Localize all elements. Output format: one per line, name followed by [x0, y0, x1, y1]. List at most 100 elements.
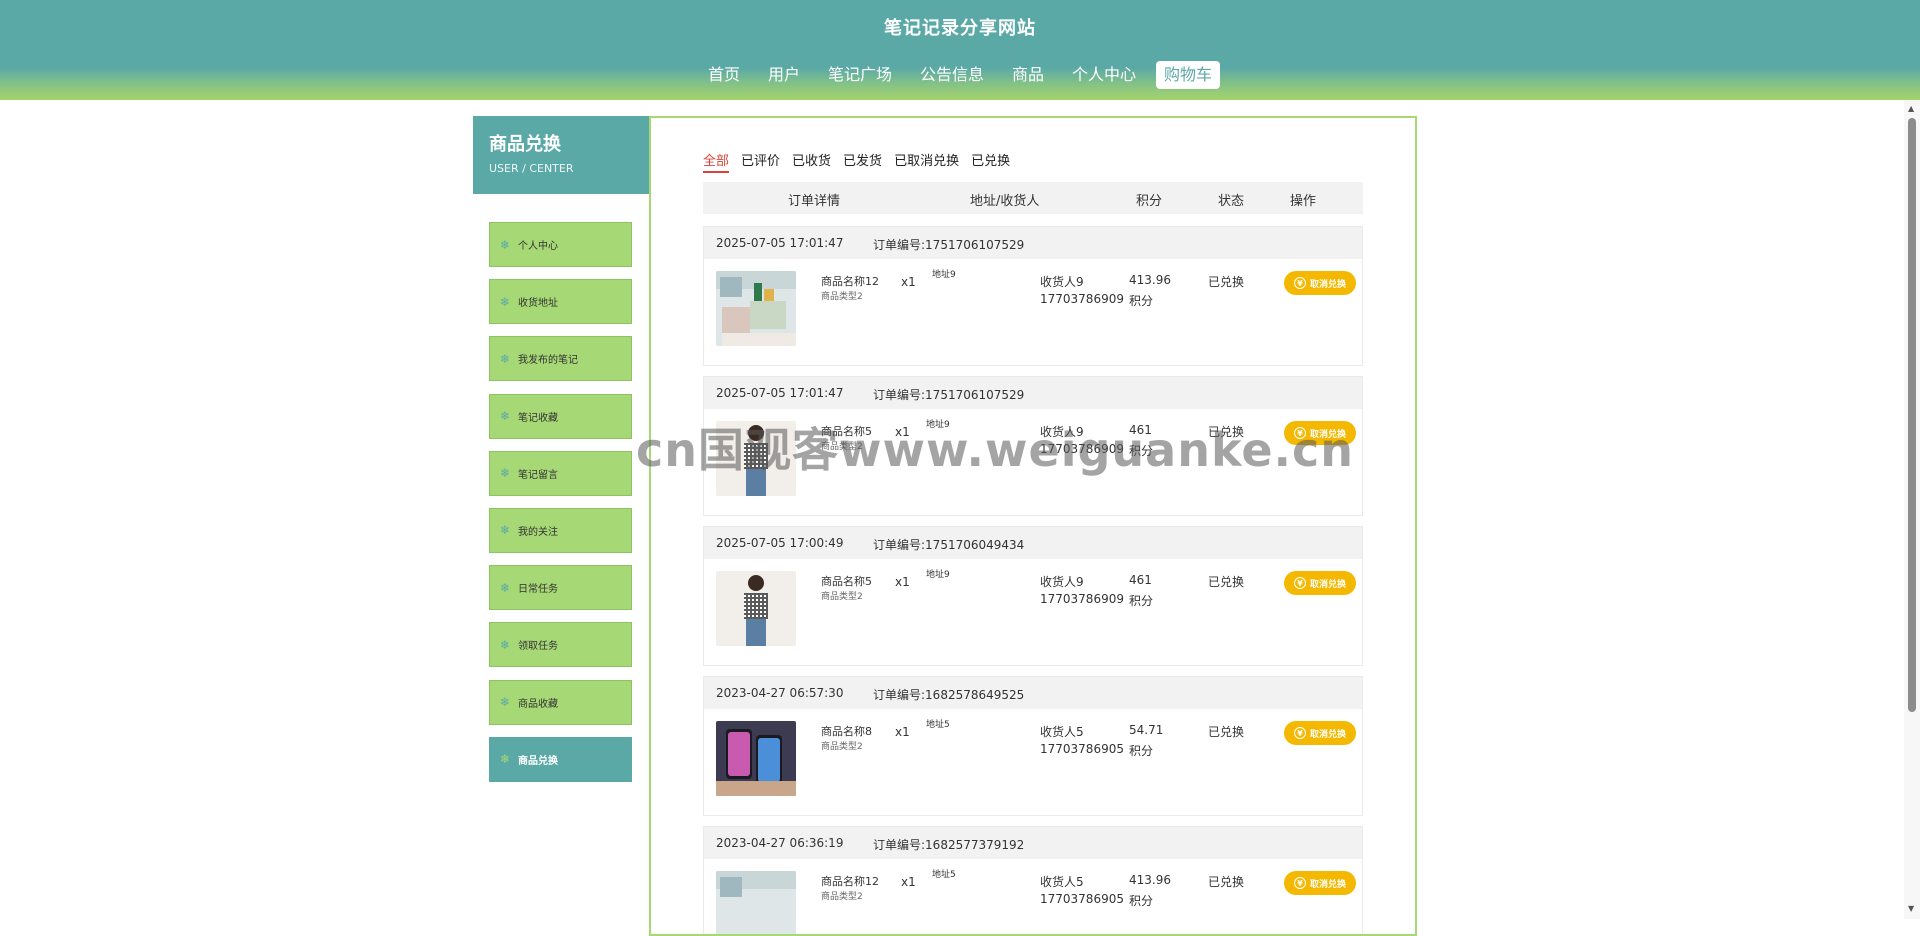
receiver: 收货人9: [1040, 425, 1084, 439]
points-unit: 积分: [1129, 744, 1154, 758]
snowflake-icon: ❄: [500, 409, 511, 424]
header-action: 操作: [1290, 194, 1317, 209]
sidebar-item-claim-tasks[interactable]: ❄ 领取任务: [489, 622, 632, 668]
order-card: 2025-07-05 17:01:47 订单编号:1751706107529 商…: [703, 226, 1363, 366]
receiver: 收货人5: [1040, 725, 1084, 739]
order-status: 已兑换: [1208, 875, 1245, 889]
address: 地址5: [926, 720, 950, 730]
product-image-smartphones[interactable]: [716, 721, 796, 796]
sidebar-subtitle: USER / CENTER: [489, 162, 574, 175]
snowflake-icon: ❄: [500, 351, 511, 366]
tab-shipped[interactable]: 已发货: [843, 150, 882, 173]
product-image-fashion-model[interactable]: [716, 421, 796, 496]
header-order-details: 订单详情: [788, 194, 841, 209]
sidebar-item-daily-tasks[interactable]: ❄ 日常任务: [489, 565, 632, 611]
order-number: 订单编号:1751706107529: [873, 388, 1025, 402]
order-status: 已兑换: [1208, 275, 1245, 289]
nav-products[interactable]: 商品: [1004, 61, 1052, 89]
snowflake-icon: ❄: [500, 466, 511, 481]
page-scrollbar[interactable]: ▲ ▼: [1904, 100, 1920, 919]
order-tabs: 全部 已评价 已收货 已发货 已取消兑换 已兑换: [703, 150, 1010, 173]
order-status: 已兑换: [1208, 725, 1245, 739]
snowflake-icon: ❄: [500, 752, 511, 767]
table-header: 订单详情 地址/收货人 积分 状态 操作: [703, 182, 1363, 214]
product-name: 商品名称12: [821, 875, 879, 888]
order-number: 订单编号:1751706107529: [873, 238, 1025, 252]
order-card: 2025-07-05 17:00:49 订单编号:1751706049434 商…: [703, 526, 1363, 666]
sidebar-menu: ❄ 个人中心 ❄ 收货地址 ❄ 我发布的笔记 ❄ 笔记收藏 ❄ 笔记留言 ❄ 我的关注 ❄ 日…: [489, 222, 632, 794]
cancel-exchange-button[interactable]: ¥ 取消兑换: [1284, 421, 1356, 445]
nav-note-square[interactable]: 笔记广场: [820, 61, 900, 89]
scroll-down-arrow-icon[interactable]: ▼: [1908, 904, 1914, 913]
exchange-panel: 全部 已评价 已收货 已发货 已取消兑换 已兑换 订单详情 地址/收货人 积分 …: [649, 116, 1417, 936]
order-card: 2023-04-27 06:36:19 订单编号:1682577379192 商…: [703, 826, 1363, 934]
product-type: 商品类型2: [821, 892, 863, 902]
address: 地址5: [932, 870, 956, 880]
quantity: x1: [901, 875, 916, 889]
tab-reviewed[interactable]: 已评价: [741, 150, 780, 173]
tab-cancelled[interactable]: 已取消兑换: [894, 150, 959, 173]
cancel-button-label: 取消兑换: [1309, 879, 1346, 890]
order-status: 已兑换: [1208, 575, 1245, 589]
order-header: 2023-04-27 06:36:19 订单编号:1682577379192: [704, 827, 1362, 859]
product-image-desk-organizer[interactable]: [716, 871, 796, 934]
phone: 17703786909: [1040, 592, 1124, 606]
sidebar-title: 商品兑换: [489, 134, 561, 155]
sidebar-item-my-notes[interactable]: ❄ 我发布的笔记: [489, 336, 632, 382]
sidebar-item-label: 我的关注: [518, 526, 558, 538]
cancel-exchange-button[interactable]: ¥ 取消兑换: [1284, 721, 1356, 745]
tab-all[interactable]: 全部: [703, 150, 730, 173]
points: 461: [1129, 423, 1152, 437]
product-image-desk-organizer[interactable]: [716, 271, 796, 346]
receiver: 收货人9: [1040, 575, 1084, 589]
coin-icon: ¥: [1293, 877, 1306, 889]
header-status: 状态: [1218, 194, 1245, 209]
coin-icon: ¥: [1293, 727, 1306, 739]
cancel-exchange-button[interactable]: ¥ 取消兑换: [1284, 571, 1356, 595]
sidebar-item-following[interactable]: ❄ 我的关注: [489, 507, 632, 553]
scroll-up-arrow-icon[interactable]: ▲: [1908, 104, 1914, 113]
nav-announcements[interactable]: 公告信息: [912, 61, 992, 89]
sidebar-item-label: 笔记收藏: [518, 412, 558, 424]
product-type: 商品类型2: [821, 592, 863, 602]
coin-icon: ¥: [1293, 427, 1306, 439]
cancel-exchange-button[interactable]: ¥ 取消兑换: [1284, 271, 1356, 295]
sidebar-item-product-exchange[interactable]: ❄ 商品兑换: [489, 736, 632, 782]
sidebar-item-label: 个人中心: [518, 241, 558, 252]
nav-home[interactable]: 首页: [700, 61, 748, 89]
points-unit: 积分: [1129, 594, 1154, 608]
phone: 17703786905: [1040, 892, 1124, 906]
nav-cart[interactable]: 购物车: [1156, 61, 1221, 89]
order-status: 已兑换: [1208, 425, 1245, 439]
main-nav: 首页 用户 笔记广场 公告信息 商品 个人中心 购物车: [0, 61, 1920, 89]
sidebar-item-product-favorites[interactable]: ❄ 商品收藏: [489, 679, 632, 725]
sidebar-item-note-comments[interactable]: ❄ 笔记留言: [489, 450, 632, 496]
tab-received[interactable]: 已收货: [792, 150, 831, 173]
order-time: 2025-07-05 17:01:47: [716, 386, 844, 400]
order-number: 订单编号:1682577379192: [873, 838, 1025, 852]
cancel-button-label: 取消兑换: [1309, 429, 1346, 440]
snowflake-icon: ❄: [500, 580, 511, 595]
sidebar-item-label: 商品收藏: [518, 698, 558, 710]
points-unit: 积分: [1129, 444, 1154, 458]
product-image-fashion-model[interactable]: [716, 571, 796, 646]
snowflake-icon: ❄: [500, 637, 511, 652]
receiver: 收货人5: [1040, 875, 1084, 889]
sidebar-item-label: 收货地址: [518, 298, 558, 310]
cancel-exchange-button[interactable]: ¥ 取消兑换: [1284, 871, 1356, 895]
address: 地址9: [932, 270, 956, 280]
sidebar-item-profile[interactable]: ❄ 个人中心: [489, 222, 632, 267]
sidebar-item-note-favorites[interactable]: ❄ 笔记收藏: [489, 393, 632, 439]
cancel-button-label: 取消兑换: [1309, 729, 1346, 740]
product-name: 商品名称12: [821, 275, 879, 288]
address: 地址9: [926, 420, 950, 430]
nav-users[interactable]: 用户: [760, 61, 808, 89]
nav-profile[interactable]: 个人中心: [1064, 61, 1144, 89]
order-time: 2023-04-27 06:36:19: [716, 836, 844, 850]
order-header: 2023-04-27 06:57:30 订单编号:1682578649525: [704, 677, 1362, 709]
cancel-button-label: 取消兑换: [1309, 279, 1346, 290]
points: 413.96: [1129, 273, 1171, 287]
scrollbar-thumb[interactable]: [1908, 118, 1916, 712]
tab-exchanged[interactable]: 已兑换: [971, 150, 1010, 173]
sidebar-item-address[interactable]: ❄ 收货地址: [489, 279, 632, 325]
